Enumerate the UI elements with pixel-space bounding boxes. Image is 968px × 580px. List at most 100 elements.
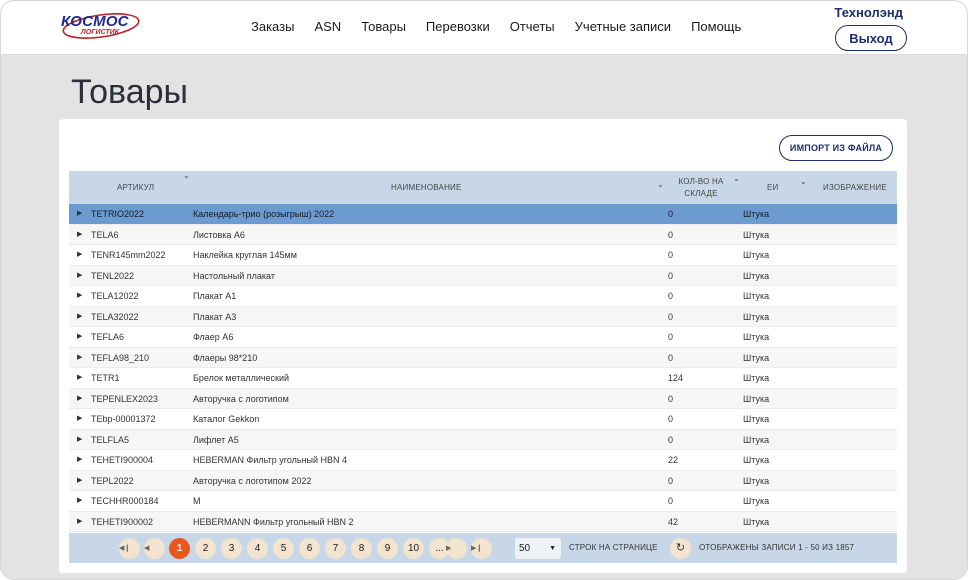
prev-page-icon[interactable]: ◀ <box>144 538 165 559</box>
cell-article: TEFLA6 <box>91 332 125 342</box>
table-row[interactable]: ▶ TEPENLEX2023 Авторучка с логотипом 0 Штука <box>69 388 897 409</box>
table-row[interactable]: ▶ TENR145mm2022 Наклейка круглая 145мм 0 Шту… <box>69 245 897 266</box>
page-button[interactable]: 8 <box>351 538 372 559</box>
expand-row-icon[interactable]: ▶ <box>77 512 82 532</box>
cell-qty: 0 <box>668 352 674 363</box>
nav-goods[interactable]: Товары <box>361 19 406 34</box>
table-row[interactable]: ▶ TELA32022 Плакат А3 0 Штука <box>69 306 897 327</box>
column-label-article: АРТИКУЛ <box>117 183 155 192</box>
next-page-icon[interactable]: ▶ <box>446 538 467 559</box>
table-row[interactable]: ▶ TELA12022 Плакат А1 0 Штука <box>69 286 897 307</box>
nav-orders[interactable]: Заказы <box>251 19 294 34</box>
cell-qty: 0 <box>668 209 674 219</box>
expand-row-icon[interactable]: ▶ <box>77 389 82 409</box>
cell-qty: 124 <box>668 373 684 383</box>
cell-article: TEFLA98_210 <box>91 352 150 363</box>
goods-table: АРТИКУЛ ⌄ НАИМЕНОВАНИЕ ⌄ КОЛ-ВО НА СКЛАД… <box>69 171 897 532</box>
company-logo[interactable]: КОСМОС ЛОГИСТИК <box>57 9 145 45</box>
cell-qty: 0 <box>668 414 674 424</box>
table-row[interactable]: ▶ TELA6 Листовка А6 0 Штука <box>69 224 897 245</box>
expand-row-icon[interactable]: ▶ <box>77 450 82 470</box>
expand-row-icon[interactable]: ▶ <box>77 245 82 265</box>
page-button[interactable]: 6 <box>299 538 320 559</box>
cell-article: TETR1 <box>91 373 120 383</box>
expand-row-icon[interactable]: ▶ <box>77 286 82 306</box>
expand-row-icon[interactable]: ▶ <box>77 348 82 368</box>
page-button[interactable]: 1 <box>169 538 190 559</box>
nav-accounts[interactable]: Учетные записи <box>575 19 671 34</box>
column-header-name[interactable]: НАИМЕНОВАНИЕ <box>391 171 462 204</box>
first-page-icon[interactable]: ◀❙ <box>119 538 140 559</box>
nav-asn[interactable]: ASN <box>314 19 341 34</box>
last-page-icon[interactable]: ▶❙ <box>471 538 492 559</box>
expand-row-icon[interactable]: ▶ <box>77 430 82 450</box>
cell-name: Брелок металлический <box>193 373 290 383</box>
cell-unit: Штука <box>743 496 770 506</box>
main-nav: Заказы ASN Товары Перевозки Отчеты Учетн… <box>251 19 761 34</box>
column-label-image: ИЗОБРАЖЕНИЕ <box>823 183 887 192</box>
table-row[interactable]: ▶ TETRIO2022 Календарь-трио (розыгрыш) 202… <box>69 204 897 225</box>
sort-chevron-unit-icon[interactable]: ⌄ <box>800 177 807 186</box>
table-row[interactable]: ▶ TETR1 Брелок металлический 124 Штука <box>69 368 897 389</box>
table-row[interactable]: ▶ TECHHR000184 М 0 Штука <box>69 491 897 512</box>
column-header-article[interactable]: АРТИКУЛ <box>117 171 154 204</box>
logo-brand-text: КОСМОС <box>61 13 129 30</box>
page-button[interactable]: 9 <box>377 538 398 559</box>
expand-row-icon[interactable]: ▶ <box>77 225 82 245</box>
column-header-unit[interactable]: ЕИ <box>767 171 779 204</box>
logo-sub-text: ЛОГИСТИК <box>81 29 119 36</box>
expand-row-icon[interactable]: ▶ <box>77 471 82 491</box>
expand-row-icon[interactable]: ▶ <box>77 368 82 388</box>
chevron-down-icon: ▼ <box>549 545 556 552</box>
cell-qty: 22 <box>668 455 679 465</box>
table-row[interactable]: ▶ TENL2022 Настольный плакат 0 Штука <box>69 265 897 286</box>
table-row[interactable]: ▶ TEFLA6 Флаер А6 0 Штука <box>69 327 897 348</box>
sort-chevron-name-icon[interactable]: ⌄ <box>657 180 664 189</box>
cell-article: TELA6 <box>91 229 119 240</box>
cell-unit: Штука <box>743 291 770 301</box>
cell-article: TEbp-00001372 <box>91 414 156 424</box>
expand-row-icon[interactable]: ▶ <box>77 409 82 429</box>
page-button[interactable]: 2 <box>195 538 216 559</box>
nav-reports[interactable]: Отчеты <box>510 19 555 34</box>
nav-help[interactable]: Помощь <box>691 19 741 34</box>
expand-row-icon[interactable]: ▶ <box>77 307 82 327</box>
table-row[interactable]: ▶ TEFLA98_210 Флаеры 98*210 0 Штука <box>69 347 897 368</box>
page-title: Товары <box>71 73 188 111</box>
sort-chevron-article-icon[interactable]: ⌄ <box>183 171 190 180</box>
table-row[interactable]: ▶ TEPL2022 Авторучка с логотипом 2022 0 Штук… <box>69 470 897 491</box>
expand-row-icon[interactable]: ▶ <box>77 327 82 347</box>
logout-button[interactable]: Выход <box>835 25 907 51</box>
column-header-image[interactable]: ИЗОБРАЖЕНИЕ <box>823 171 887 204</box>
import-from-file-button[interactable]: ИМПОРТ ИЗ ФАЙЛА <box>779 135 893 161</box>
nav-shipments[interactable]: Перевозки <box>426 19 490 34</box>
page-size-select[interactable]: 50 ▼ <box>515 538 561 559</box>
table-row[interactable]: ▶ TELFLA5 Лифлет А5 0 Штука <box>69 429 897 450</box>
cell-unit: Штука <box>743 229 770 240</box>
table-row[interactable]: ▶ TEbp-00001372 Каталог Gekkon 0 Штука <box>69 409 897 430</box>
page-button[interactable]: 3 <box>221 538 242 559</box>
cell-unit: Штука <box>743 270 770 281</box>
column-label-qty: КОЛ-ВО НА СКЛАДЕ <box>678 176 724 198</box>
refresh-icon[interactable]: ↻ <box>670 538 691 559</box>
cell-name: Плакат А3 <box>193 311 237 322</box>
cell-unit: Штука <box>743 209 770 219</box>
expand-row-icon[interactable]: ▶ <box>77 491 82 511</box>
page-button[interactable]: 10 <box>403 538 424 559</box>
table-row[interactable]: ▶ TEHETI900002 HEBERMANN Фильтр угольный H… <box>69 511 897 532</box>
cell-unit: Штука <box>743 332 770 342</box>
expand-row-icon[interactable]: ▶ <box>77 266 82 286</box>
page-button[interactable]: 5 <box>273 538 294 559</box>
page-size-label: СТРОК НА СТРАНИЦЕ <box>569 543 658 552</box>
page-button[interactable]: 4 <box>247 538 268 559</box>
cell-unit: Штука <box>743 250 770 260</box>
page-button[interactable]: 7 <box>325 538 346 559</box>
sort-chevron-qty-icon[interactable]: ⌄ <box>733 174 740 183</box>
column-header-qty[interactable]: КОЛ-ВО НА СКЛАДЕ <box>673 171 729 204</box>
expand-row-icon[interactable]: ▶ <box>77 204 82 224</box>
cell-article: TELA12022 <box>91 291 139 301</box>
table-row[interactable]: ▶ TEHETI900004 HEBERMAN Фильтр угольный HB… <box>69 450 897 471</box>
cell-unit: Штука <box>743 352 770 363</box>
cell-article: TELA32022 <box>91 311 139 322</box>
column-label-unit: ЕИ <box>767 183 779 192</box>
